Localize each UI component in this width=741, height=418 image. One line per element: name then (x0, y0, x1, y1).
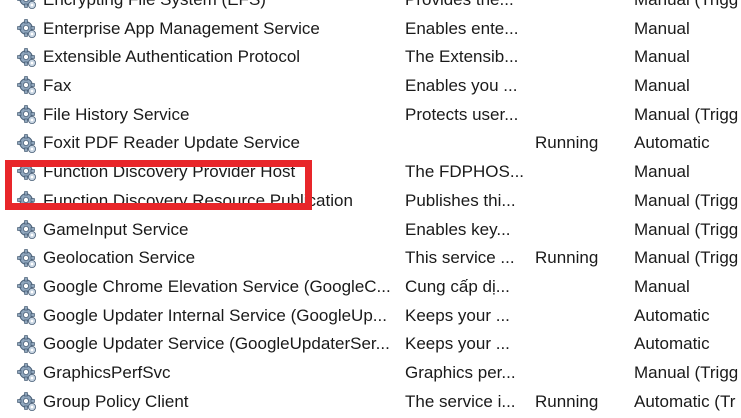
gear-service-icon (15, 330, 39, 359)
service-startup-type: Manual (Trigg (634, 104, 739, 124)
service-row[interactable]: Google Chrome Elevation Service (GoogleC… (0, 273, 741, 302)
service-row[interactable]: Enterprise App Management Service Enables… (0, 15, 741, 44)
service-row[interactable]: Function Discovery Resource Publication P… (0, 187, 741, 216)
service-description: The FDPHOS... (405, 162, 525, 182)
service-description: Publishes thi... (405, 190, 516, 210)
service-startup-type: Automatic (634, 133, 710, 153)
gear-service-icon (15, 302, 39, 331)
service-startup-type: Manual (Trigg (634, 190, 739, 210)
gear-service-icon (15, 216, 39, 245)
service-startup-type: Automatic (634, 305, 710, 325)
service-name: Function Discovery Provider Host (43, 162, 296, 182)
service-startup-type: Automatic (634, 334, 710, 354)
service-status: Running (535, 391, 599, 411)
service-startup-type: Manual (634, 47, 690, 67)
service-status: Running (535, 248, 599, 268)
service-name: GraphicsPerfSvc (43, 362, 171, 382)
service-startup-type: Manual (634, 276, 690, 296)
service-name: Encrypting File System (EFS) (43, 0, 398, 15)
service-row[interactable]: Function Discovery Provider Host The FDPH… (0, 158, 741, 187)
service-description: Protects user... (405, 104, 519, 124)
gear-service-icon (15, 43, 39, 72)
service-row[interactable]: File History Service Protects user... Manu… (0, 101, 741, 130)
gear-service-icon (15, 72, 39, 101)
service-description: Enables you ... (405, 76, 518, 96)
gear-service-icon (15, 158, 39, 187)
service-row[interactable]: GameInput Service Enables key... Manual (T… (0, 216, 741, 245)
service-row[interactable]: Geolocation Service This service ... Runni… (0, 244, 741, 273)
service-row[interactable]: Google Updater Internal Service (GoogleU… (0, 302, 741, 331)
service-row[interactable]: Foxit PDF Reader Update Service Running Au… (0, 129, 741, 158)
service-description: Enables ente... (405, 18, 519, 38)
service-row[interactable]: Extensible Authentication Protocol The Ex… (0, 43, 741, 72)
gear-service-icon (15, 187, 39, 216)
service-description: The Extensib... (405, 47, 519, 67)
gear-service-icon (15, 0, 39, 15)
service-name: Fax (43, 76, 72, 96)
service-description: Enables key... (405, 219, 511, 239)
service-name: Function Discovery Resource Publication (43, 190, 353, 210)
service-name: GameInput Service (43, 219, 189, 239)
service-row[interactable]: GraphicsPerfSvc Graphics per... Manual (Tr… (0, 359, 741, 388)
service-startup-type: Manual (Trigg (634, 219, 739, 239)
service-startup-type: Manual (634, 162, 690, 182)
service-description: Graphics per... (405, 362, 516, 382)
service-name: Google Updater Service (GoogleUpdaterSer… (43, 334, 390, 354)
service-row[interactable]: Fax Enables you ... Manual (0, 72, 741, 101)
gear-service-icon (15, 273, 39, 302)
service-description: This service ... (405, 248, 515, 268)
service-row[interactable]: Group Policy Client The service i... Runni… (0, 388, 741, 417)
service-startup-type: Manual (634, 76, 690, 96)
service-name: File History Service (43, 104, 190, 124)
gear-service-icon (15, 359, 39, 388)
gear-service-icon (15, 244, 39, 273)
gear-service-icon (15, 101, 39, 130)
service-description: Keeps your ... (405, 334, 510, 354)
service-name: Google Chrome Elevation Service (GoogleC… (43, 276, 391, 296)
service-name: Geolocation Service (43, 248, 196, 268)
service-name: Extensible Authentication Protocol (43, 47, 301, 67)
service-description: Keeps your ... (405, 305, 510, 325)
service-startup-type: Manual (634, 18, 690, 38)
service-name: Google Updater Internal Service (GoogleU… (43, 305, 387, 325)
service-startup-type: Manual (Trigg (634, 248, 739, 268)
service-startup-type: Automatic (Tr (634, 391, 736, 411)
service-name: Group Policy Client (43, 391, 189, 411)
service-name: Enterprise App Management Service (43, 18, 320, 38)
service-status: Running (535, 133, 599, 153)
service-description: Provides the... (405, 0, 525, 15)
service-name: Foxit PDF Reader Update Service (43, 133, 300, 153)
service-startup-type: Manual (Trigg (634, 0, 741, 15)
service-row[interactable]: Google Updater Service (GoogleUpdaterSer… (0, 330, 741, 359)
services-list: Encrypting File System (EFS) Provides the… (0, 0, 741, 416)
service-description: The service i... (405, 391, 516, 411)
gear-service-icon (15, 388, 39, 417)
service-row[interactable]: Encrypting File System (EFS) Provides the… (0, 0, 741, 15)
gear-service-icon (15, 129, 39, 158)
service-description: Cung cấp dị... (405, 276, 510, 296)
gear-service-icon (15, 15, 39, 44)
service-startup-type: Manual (Trigg (634, 362, 739, 382)
